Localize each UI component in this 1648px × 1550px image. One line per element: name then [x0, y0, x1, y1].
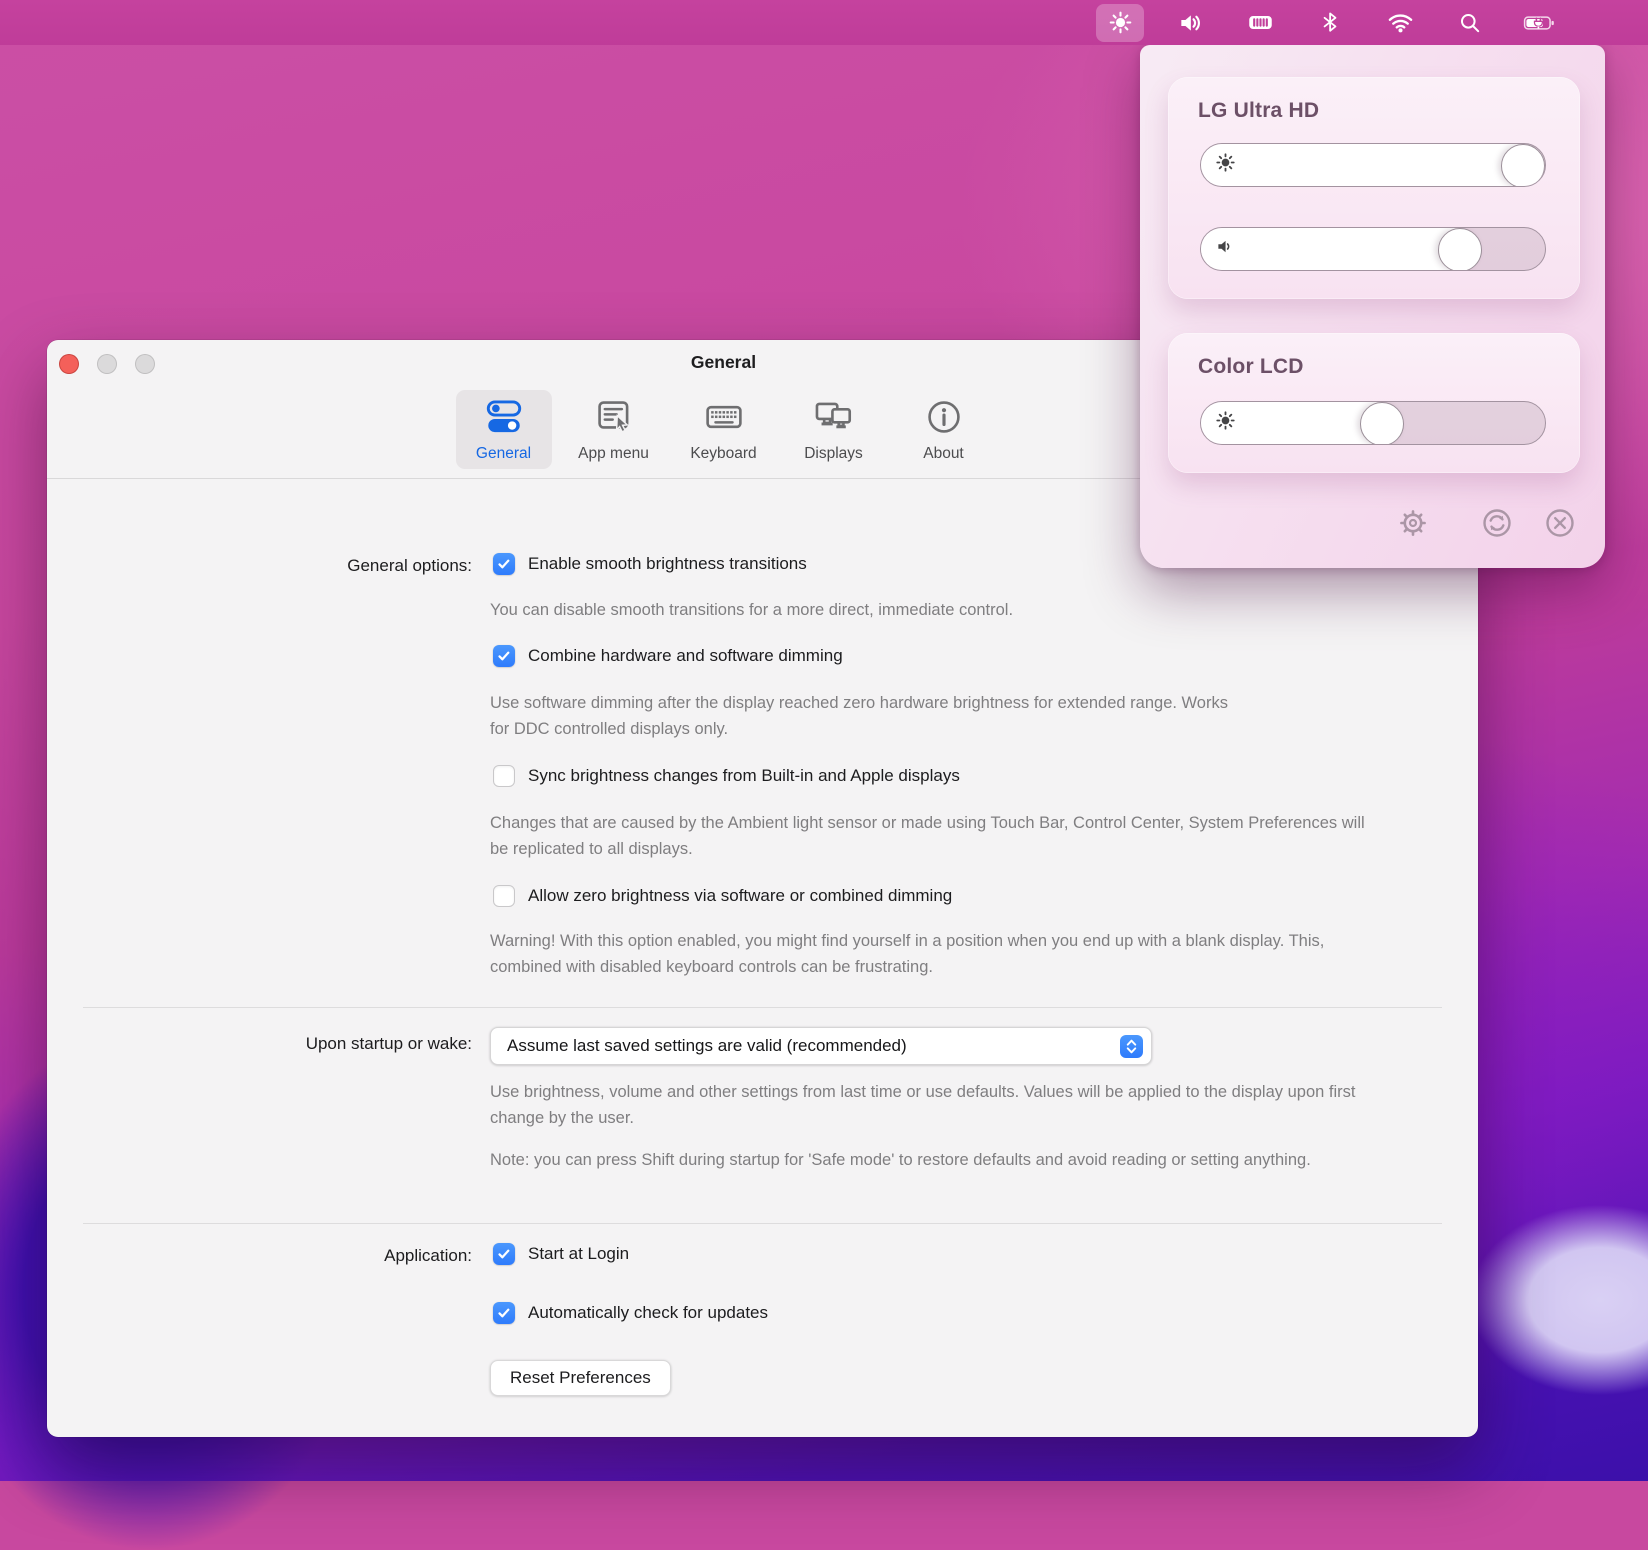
help-text: Use brightness, volume and other setting… — [490, 1079, 1370, 1131]
menubar-bluetooth-item[interactable] — [1306, 4, 1354, 42]
app-menu-icon — [594, 398, 634, 441]
volume-slider-knob[interactable] — [1438, 228, 1482, 271]
brightness-sun-icon — [1214, 409, 1237, 437]
reset-preferences-button[interactable]: Reset Preferences — [490, 1360, 671, 1396]
zoom-window-button[interactable] — [135, 354, 155, 374]
slider-fill — [1201, 144, 1523, 186]
popover-actions — [1140, 504, 1605, 544]
help-text: You can disable smooth transitions for a… — [490, 597, 1013, 623]
checkbox-checked-icon[interactable] — [493, 645, 515, 667]
tab-general[interactable]: General — [456, 390, 552, 469]
tab-displays[interactable]: Displays — [786, 390, 882, 469]
checkbox-label: Combine hardware and software dimming — [528, 646, 843, 666]
lg-volume-slider[interactable] — [1200, 227, 1546, 271]
note-text: Note: you can press Shift during startup… — [490, 1147, 1311, 1173]
checkbox-unchecked-icon[interactable] — [493, 885, 515, 907]
section-label-general-options: General options: — [347, 556, 472, 576]
checkbox-row-start-at-login[interactable]: Start at Login — [493, 1243, 629, 1265]
window-controls — [59, 354, 155, 374]
close-window-button[interactable] — [59, 354, 79, 374]
section-label-startup: Upon startup or wake: — [306, 1034, 472, 1054]
tab-label: About — [923, 445, 964, 463]
menubar-wifi-item[interactable] — [1376, 4, 1424, 42]
displays-icon — [814, 398, 854, 441]
checkbox-checked-icon[interactable] — [493, 553, 515, 575]
volume-speaker-icon — [1214, 236, 1235, 262]
brightness-icon — [1108, 10, 1133, 35]
keyboard-brightness-icon — [1247, 9, 1274, 36]
keyboard-icon — [704, 398, 744, 441]
minimize-window-button[interactable] — [97, 354, 117, 374]
menubar-brightness-item[interactable] — [1096, 4, 1144, 42]
menubar-volume-item[interactable] — [1166, 4, 1214, 42]
battery-charging-icon — [1523, 10, 1557, 36]
settings-gear-icon[interactable] — [1394, 504, 1432, 542]
checkbox-row-allow-zero-brightness[interactable]: Allow zero brightness via software or co… — [493, 885, 952, 907]
tab-keyboard[interactable]: Keyboard — [676, 390, 772, 469]
checkbox-label: Automatically check for updates — [528, 1303, 768, 1323]
section-divider — [83, 1007, 1442, 1008]
checkbox-checked-icon[interactable] — [493, 1243, 515, 1265]
checkbox-row-auto-updates[interactable]: Automatically check for updates — [493, 1302, 768, 1324]
checkbox-label: Start at Login — [528, 1244, 629, 1264]
checkbox-unchecked-icon[interactable] — [493, 765, 515, 787]
info-icon — [924, 398, 964, 441]
checkbox-checked-icon[interactable] — [493, 1302, 515, 1324]
checkbox-label: Allow zero brightness via software or co… — [528, 886, 952, 906]
tab-app-menu[interactable]: App menu — [566, 390, 662, 469]
general-toggles-icon — [484, 398, 524, 441]
bluetooth-icon — [1319, 11, 1342, 34]
select-stepper-icon — [1120, 1035, 1143, 1058]
checkbox-row-combine-dimming[interactable]: Combine hardware and software dimming — [493, 645, 843, 667]
search-icon — [1458, 11, 1482, 35]
display-card-color-lcd: Color LCD — [1168, 333, 1580, 473]
close-icon[interactable] — [1541, 504, 1579, 542]
tab-label: Keyboard — [690, 445, 756, 463]
checkbox-row-smooth-transitions[interactable]: Enable smooth brightness transitions — [493, 553, 807, 575]
tab-label: General — [476, 445, 531, 463]
checkbox-row-sync-brightness[interactable]: Sync brightness changes from Built-in an… — [493, 765, 960, 787]
refresh-icon[interactable] — [1478, 504, 1516, 542]
menubar-search-item[interactable] — [1446, 4, 1494, 42]
selected-option: Assume last saved settings are valid (re… — [507, 1036, 907, 1056]
lg-brightness-slider[interactable] — [1200, 143, 1546, 187]
brightness-slider-knob[interactable] — [1360, 402, 1404, 445]
display-name: Color LCD — [1198, 355, 1304, 379]
help-text: Changes that are caused by the Ambient l… — [490, 810, 1375, 862]
help-text: Use software dimming after the display r… — [490, 690, 1235, 742]
lcd-brightness-slider[interactable] — [1200, 401, 1546, 445]
display-control-popover: LG Ultra HD — [1140, 45, 1605, 568]
section-label-application: Application: — [384, 1246, 472, 1266]
section-divider — [83, 1223, 1442, 1224]
checkbox-label: Enable smooth brightness transitions — [528, 554, 807, 574]
startup-behavior-select[interactable]: Assume last saved settings are valid (re… — [490, 1027, 1152, 1065]
wallpaper-lavender-swirl — [1470, 1205, 1648, 1395]
brightness-sun-icon — [1214, 151, 1237, 179]
slider-fill — [1201, 228, 1460, 270]
tab-label: App menu — [578, 445, 649, 463]
display-card-lg-ultra-hd: LG Ultra HD — [1168, 77, 1580, 299]
checkbox-label: Sync brightness changes from Built-in an… — [528, 766, 960, 786]
brightness-slider-knob[interactable] — [1501, 144, 1545, 187]
menubar-battery-item[interactable] — [1516, 4, 1564, 42]
menubar-keyboard-brightness-item[interactable] — [1236, 4, 1284, 42]
tab-about[interactable]: About — [896, 390, 992, 469]
help-text: Warning! With this option enabled, you m… — [490, 928, 1395, 980]
wifi-icon — [1387, 9, 1414, 36]
menu-bar — [0, 0, 1648, 45]
display-name: LG Ultra HD — [1198, 99, 1319, 123]
tab-label: Displays — [804, 445, 863, 463]
volume-icon — [1177, 10, 1203, 36]
